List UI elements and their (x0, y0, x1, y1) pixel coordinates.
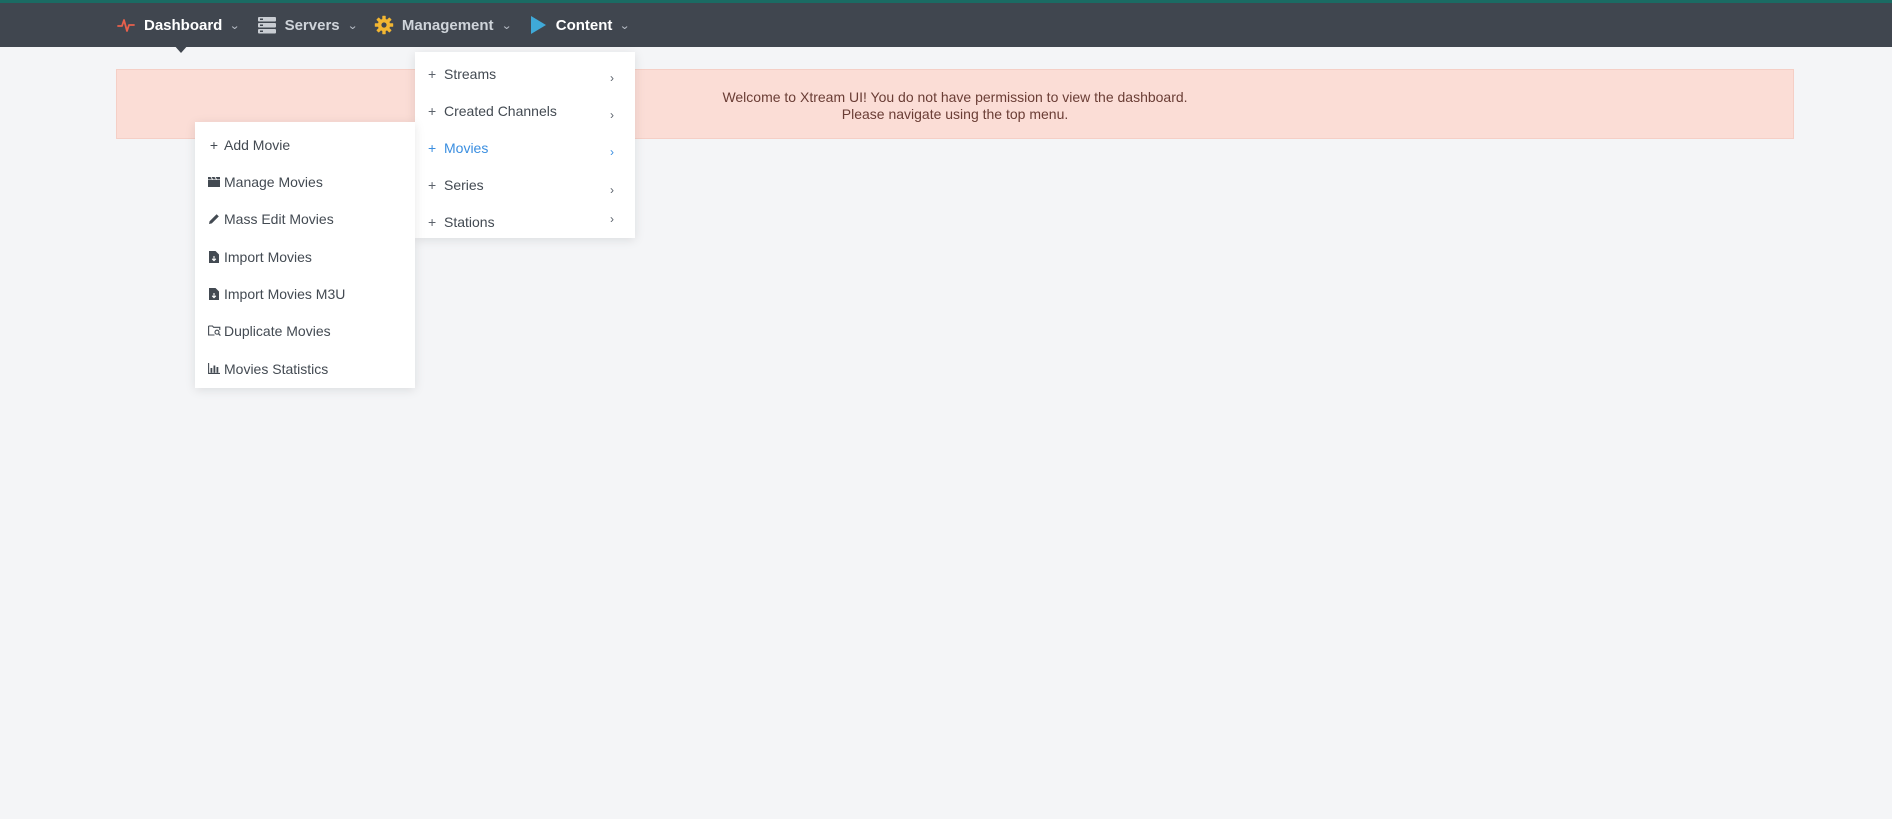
menu-item-label: Created Channels (444, 102, 557, 119)
submenu-item-mass-edit-movies[interactable]: Mass Edit Movies (195, 200, 415, 237)
content-dropdown-menu: + Streams › + Created Channels › + Movie… (415, 52, 635, 238)
plus-icon: + (209, 136, 219, 153)
bar-chart-icon (207, 362, 221, 376)
menu-item-label: Movies (444, 139, 489, 156)
nav-content-label: Content (555, 16, 613, 34)
submenu-item-label: Import Movies (224, 248, 312, 265)
chevron-right-icon: › (610, 212, 614, 226)
play-icon (528, 15, 548, 35)
chevron-down-icon: ⌄ (619, 19, 631, 32)
menu-item-label: Streams (444, 65, 497, 82)
chevron-right-icon: › (610, 71, 614, 85)
alert-line-1: Welcome to Xtream UI! You do not have pe… (722, 89, 1188, 105)
plus-icon: + (428, 139, 437, 156)
main-nav: Dashboard ⌄ Servers ⌄ Management ⌄ Conte… (116, 3, 647, 47)
chevron-right-icon: › (610, 145, 614, 159)
pulse-icon (116, 15, 136, 35)
menu-item-label: Series (444, 176, 484, 193)
submenu-item-import-movies-m3u[interactable]: Import Movies M3U (195, 275, 415, 312)
submenu-item-movies-statistics[interactable]: Movies Statistics (195, 350, 415, 387)
nav-servers[interactable]: Servers ⌄ (257, 3, 358, 47)
nav-management[interactable]: Management ⌄ (374, 3, 512, 47)
folder-search-icon (207, 324, 221, 338)
file-import-icon (207, 250, 221, 264)
chevron-right-icon: › (610, 108, 614, 122)
pencil-icon (207, 212, 221, 226)
submenu-item-manage-movies[interactable]: Manage Movies (195, 163, 415, 200)
gear-icon (374, 15, 394, 35)
server-icon (257, 15, 277, 35)
chevron-down-icon: ⌄ (229, 19, 241, 32)
submenu-item-add-movie[interactable]: + Add Movie (195, 126, 415, 163)
plus-icon: + (428, 102, 437, 119)
menu-item-stations[interactable]: + Stations › (415, 203, 635, 240)
nav-content[interactable]: Content ⌄ (528, 3, 631, 47)
clapperboard-icon (207, 175, 221, 189)
nav-servers-label: Servers (284, 16, 340, 34)
menu-item-label: Stations (444, 213, 495, 230)
submenu-item-label: Duplicate Movies (224, 322, 331, 339)
menu-item-streams[interactable]: + Streams › (415, 55, 635, 92)
chevron-right-icon: › (610, 183, 614, 197)
submenu-item-label: Add Movie (224, 136, 291, 153)
movies-submenu: + Add Movie Manage Movies Mass Edit Movi… (195, 122, 415, 388)
submenu-item-duplicate-movies[interactable]: Duplicate Movies (195, 312, 415, 349)
submenu-item-label: Movies Statistics (224, 360, 329, 377)
nav-management-label: Management (401, 16, 494, 34)
plus-icon: + (428, 213, 437, 230)
nav-dashboard[interactable]: Dashboard ⌄ (116, 3, 241, 47)
plus-icon: + (428, 65, 437, 82)
chevron-down-icon: ⌄ (500, 19, 512, 32)
alert-line-2: Please navigate using the top menu. (841, 106, 1069, 122)
chevron-down-icon: ⌄ (346, 19, 358, 32)
menu-item-created-channels[interactable]: + Created Channels › (415, 92, 635, 129)
menu-item-movies[interactable]: + Movies › (415, 129, 635, 166)
submenu-item-label: Import Movies M3U (224, 285, 346, 302)
menu-item-series[interactable]: + Series › (415, 166, 635, 203)
plus-icon: + (428, 176, 437, 193)
submenu-item-label: Mass Edit Movies (224, 210, 334, 227)
file-import-icon (207, 287, 221, 301)
active-nav-caret (173, 44, 189, 53)
submenu-item-label: Manage Movies (224, 173, 323, 190)
nav-dashboard-label: Dashboard (144, 16, 223, 34)
submenu-item-import-movies[interactable]: Import Movies (195, 238, 415, 275)
top-navbar: Dashboard ⌄ Servers ⌄ Management ⌄ Conte… (0, 0, 1892, 47)
